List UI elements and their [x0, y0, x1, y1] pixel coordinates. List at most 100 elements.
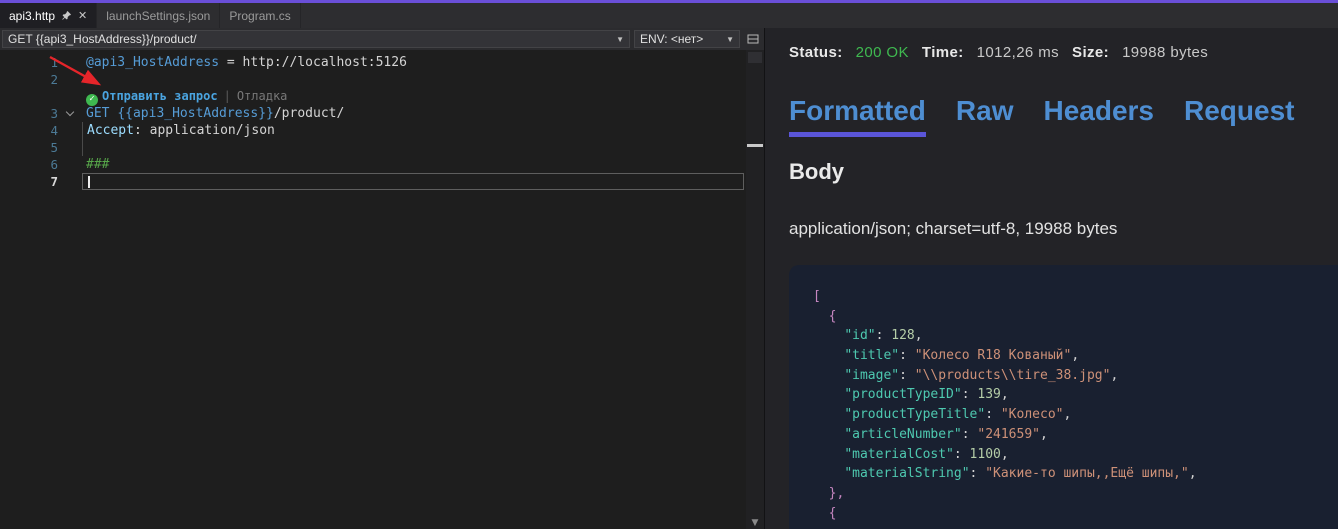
- fold-column: [58, 105, 82, 122]
- debug-request-link[interactable]: Отладка: [237, 89, 288, 103]
- json-token: "\\products\\tire_38.jpg": [915, 368, 1111, 383]
- time-label: Time:: [922, 44, 964, 61]
- send-request-link[interactable]: Отправить запрос: [102, 89, 218, 103]
- code-token: =: [219, 55, 242, 70]
- json-token: [: [813, 289, 821, 304]
- fold-chevron-icon[interactable]: [66, 108, 74, 116]
- editor-line[interactable]: 2: [0, 71, 764, 88]
- code-content: @api3_HostAddress = http://localhost:512…: [82, 54, 744, 71]
- json-line: "materialString": "Какие-то шипы,,Ещё ши…: [813, 464, 1328, 484]
- tab-label: api3.http: [9, 9, 55, 23]
- json-token: "Колесо": [1001, 407, 1064, 422]
- editor-line[interactable]: 3 GET {{api3_HostAddress}}/product/: [0, 105, 764, 122]
- json-token: :: [876, 328, 892, 343]
- request-toolbar: GET {{api3_HostAddress}}/product/ ▼ ENV:…: [0, 28, 764, 50]
- json-token: "title": [844, 348, 899, 363]
- json-line: "id": 128,: [813, 326, 1328, 346]
- json-line: "productTypeTitle": "Колесо",: [813, 405, 1328, 425]
- json-token: [813, 427, 844, 442]
- codelens-separator: |: [224, 89, 231, 103]
- json-token: :: [899, 348, 915, 363]
- scroll-down-icon[interactable]: ▼: [746, 518, 764, 528]
- response-panel: Status: 200 OK Time: 1012,26 ms Size: 19…: [765, 28, 1338, 529]
- code-token: /product/: [274, 106, 344, 121]
- line-number: 3: [0, 105, 58, 122]
- json-token: ,: [1001, 387, 1009, 402]
- line-number: 2: [0, 71, 58, 88]
- response-tab-request[interactable]: Request: [1184, 95, 1294, 137]
- json-token: "Колесо R18 Кованый": [915, 348, 1072, 363]
- json-line: "articleNumber": "241659",: [813, 425, 1328, 445]
- text-caret: [88, 176, 90, 188]
- response-tab-headers[interactable]: Headers: [1043, 95, 1154, 137]
- status-label: Status:: [789, 44, 843, 61]
- code-content: Accept: application/json: [82, 122, 744, 139]
- fold-column: [58, 173, 82, 190]
- tab-api3.http[interactable]: api3.http ✕: [0, 3, 97, 28]
- response-tab-formatted[interactable]: Formatted: [789, 95, 926, 137]
- json-line: {: [813, 307, 1328, 327]
- code-content: [82, 71, 744, 88]
- code-content: [82, 173, 744, 190]
- tab-launchSettings.json[interactable]: launchSettings.json: [97, 3, 220, 28]
- line-number: 5: [0, 139, 58, 156]
- line-number: 7: [0, 173, 58, 190]
- json-rows: [ { "id": 128, "title": "Колесо R18 Кова…: [813, 287, 1328, 523]
- response-tab-raw[interactable]: Raw: [956, 95, 1014, 137]
- editor-line[interactable]: 6###: [0, 156, 764, 173]
- close-tab-icon[interactable]: ✕: [78, 9, 87, 22]
- code-token: GET: [86, 106, 117, 121]
- body-heading: Body: [789, 159, 1338, 185]
- json-token: ,: [1063, 407, 1071, 422]
- fold-column: [58, 88, 82, 105]
- editor-line[interactable]: 1@api3_HostAddress = http://localhost:51…: [0, 54, 764, 71]
- json-token: ,: [1189, 466, 1197, 481]
- json-token: [813, 348, 844, 363]
- json-token: :: [962, 427, 978, 442]
- json-token: "Какие-то шипы,,Ещё шипы,": [985, 466, 1189, 481]
- env-selector[interactable]: ENV: <нет> ▼: [634, 30, 740, 48]
- json-token: :: [962, 387, 978, 402]
- status-value: 200 OK: [856, 44, 909, 61]
- json-token: ,: [1110, 368, 1118, 383]
- editor-line[interactable]: 7: [0, 173, 764, 190]
- json-line: [: [813, 287, 1328, 307]
- request-selector[interactable]: GET {{api3_HostAddress}}/product/ ▼: [2, 30, 630, 48]
- editor-line[interactable]: 4 Accept: application/json: [0, 122, 764, 139]
- editor-line[interactable]: 5: [0, 139, 764, 156]
- json-token: [813, 328, 844, 343]
- pin-icon: [61, 10, 72, 21]
- json-token: ,: [1040, 427, 1048, 442]
- tab-Program.cs[interactable]: Program.cs: [220, 3, 300, 28]
- json-line: "materialCost": 1100,: [813, 445, 1328, 465]
- json-token: "241659": [977, 427, 1040, 442]
- editor-scrollbar[interactable]: ▼: [746, 50, 764, 529]
- json-token: [813, 466, 844, 481]
- code-token: {{api3_HostAddress}}: [117, 106, 274, 121]
- response-body-json: [ { "id": 128, "title": "Колесо R18 Кова…: [789, 265, 1338, 529]
- fold-column: [58, 71, 82, 88]
- json-token: 1100: [970, 447, 1001, 462]
- json-token: [813, 387, 844, 402]
- code-content: [82, 139, 744, 156]
- line-number: 4: [0, 122, 58, 139]
- split-editor-button[interactable]: [744, 33, 762, 45]
- editor[interactable]: 1@api3_HostAddress = http://localhost:51…: [0, 50, 764, 529]
- json-token: "productTypeID": [844, 387, 961, 402]
- scrollbar-top-cap: [748, 52, 762, 63]
- json-token: [813, 506, 829, 521]
- codelens-row: ✓Отправить запрос|Отладка: [0, 88, 764, 105]
- json-line: "image": "\\products\\tire_38.jpg",: [813, 366, 1328, 386]
- json-token: [813, 407, 844, 422]
- json-line: "title": "Колесо R18 Кованый",: [813, 346, 1328, 366]
- json-token: 139: [977, 387, 1000, 402]
- code-token: @api3_HostAddress: [86, 55, 219, 70]
- json-token: :: [954, 447, 970, 462]
- scrollbar-thumb[interactable]: [747, 144, 763, 147]
- json-line: {: [813, 504, 1328, 524]
- tab-bar: api3.http ✕ launchSettings.jsonProgram.cs: [0, 3, 1338, 28]
- json-token: :: [985, 407, 1001, 422]
- chevron-down-icon: ▼: [726, 35, 734, 44]
- content-type-line: application/json; charset=utf-8, 19988 b…: [789, 219, 1338, 239]
- editor-pane: GET {{api3_HostAddress}}/product/ ▼ ENV:…: [0, 28, 765, 529]
